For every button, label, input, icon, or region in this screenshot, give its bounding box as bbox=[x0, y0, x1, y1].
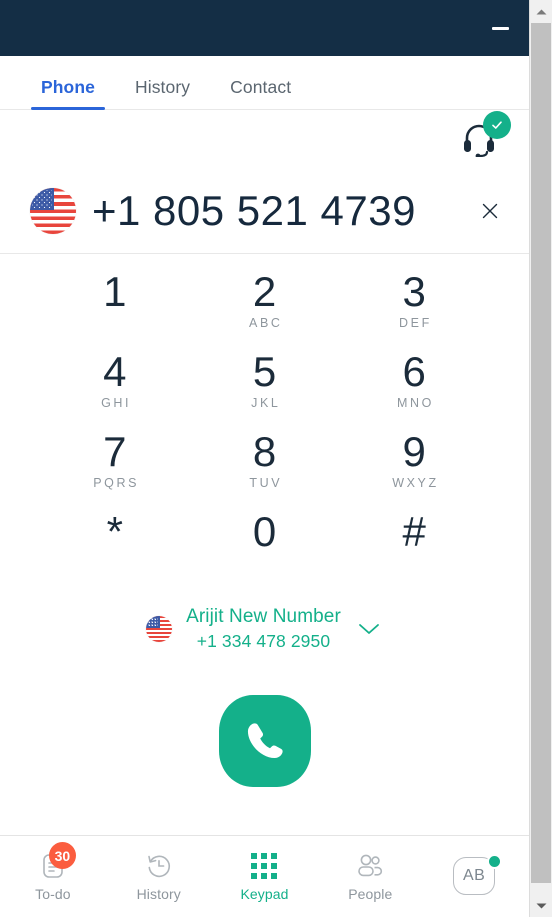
history-icon bbox=[147, 855, 170, 878]
chevron-down-icon bbox=[536, 903, 546, 908]
key-4-letters: GHI bbox=[101, 395, 132, 410]
dial-keypad: 1 2 ABC 3 DEF 4 GHI 5 JKL 6 MNO 7 PQRS 8… bbox=[0, 254, 529, 590]
key-9-letters: WXYZ bbox=[392, 475, 439, 490]
nav-item-todo[interactable]: 30 To-do bbox=[0, 836, 106, 917]
chevron-up-icon bbox=[536, 9, 546, 14]
scroll-up-button[interactable] bbox=[530, 0, 552, 23]
us-flag-icon bbox=[30, 187, 76, 234]
key-6[interactable]: 6 MNO bbox=[339, 348, 489, 430]
tab-history[interactable]: History bbox=[125, 77, 200, 109]
nav-item-history[interactable]: History bbox=[106, 836, 212, 917]
key-6-digit: 6 bbox=[402, 348, 426, 395]
scroll-down-button[interactable] bbox=[530, 894, 552, 917]
scrollbar-track[interactable] bbox=[530, 23, 552, 894]
minimize-icon bbox=[491, 26, 509, 30]
caller-id-text: Arijit New Number +1 334 478 2950 bbox=[186, 604, 341, 653]
key-4[interactable]: 4 GHI bbox=[40, 348, 190, 430]
scrollbar-thumb[interactable] bbox=[531, 23, 551, 883]
history-icon-wrap bbox=[142, 851, 176, 881]
minimize-button[interactable] bbox=[485, 13, 515, 43]
tab-phone-label: Phone bbox=[41, 77, 95, 97]
tab-contact[interactable]: Contact bbox=[220, 77, 301, 109]
headset-status-row bbox=[0, 110, 529, 168]
call-button[interactable] bbox=[218, 695, 311, 788]
key-6-letters: MNO bbox=[396, 395, 434, 410]
key-0[interactable]: 0 bbox=[190, 508, 340, 590]
headset-status[interactable] bbox=[461, 111, 511, 159]
key-1-digit: 1 bbox=[103, 268, 127, 315]
caller-id-name: Arijit New Number bbox=[186, 606, 341, 627]
chevron-down-icon bbox=[358, 623, 379, 634]
key-hash-digit: # bbox=[402, 508, 426, 555]
tab-history-label: History bbox=[134, 77, 191, 97]
people-icon-wrap bbox=[353, 851, 387, 881]
title-bar bbox=[0, 0, 529, 56]
key-star-digit: * bbox=[106, 508, 123, 555]
key-hash[interactable]: # bbox=[339, 508, 489, 590]
clear-number-button[interactable] bbox=[473, 194, 507, 228]
key-7[interactable]: 7 PQRS bbox=[40, 428, 190, 510]
app-window: Phone History Contact +1 805 521 4739 1 … bbox=[0, 0, 552, 917]
key-5-letters: JKL bbox=[251, 395, 281, 410]
keypad-icon bbox=[251, 853, 278, 879]
key-3[interactable]: 3 DEF bbox=[339, 268, 489, 350]
key-2-digit: 2 bbox=[252, 268, 277, 315]
key-2-letters: ABC bbox=[249, 315, 283, 330]
nav-item-keypad[interactable]: Keypad bbox=[212, 836, 318, 917]
people-icon bbox=[358, 854, 383, 877]
nav-item-profile[interactable]: AB bbox=[423, 836, 529, 917]
connected-badge bbox=[483, 111, 511, 139]
todo-badge: 30 bbox=[48, 842, 76, 869]
tab-phone[interactable]: Phone bbox=[31, 77, 105, 110]
online-status-dot bbox=[487, 853, 503, 869]
tab-bar: Phone History Contact bbox=[0, 56, 529, 110]
caller-id-dropdown-button[interactable] bbox=[355, 615, 383, 643]
avatar[interactable]: AB bbox=[453, 853, 503, 897]
nav-item-history-label: History bbox=[136, 886, 181, 902]
dialed-number-row: +1 805 521 4739 bbox=[0, 168, 529, 254]
key-0-digit: 0 bbox=[252, 508, 277, 555]
nav-item-people[interactable]: People bbox=[317, 836, 423, 917]
flag-canton bbox=[30, 187, 55, 211]
caller-id-number: +1 334 478 2950 bbox=[196, 630, 331, 651]
phone-handset-icon bbox=[247, 723, 283, 759]
vertical-scrollbar[interactable] bbox=[529, 0, 552, 917]
dialed-number[interactable]: +1 805 521 4739 bbox=[76, 187, 473, 235]
key-9[interactable]: 9 WXYZ bbox=[339, 428, 489, 510]
key-3-digit: 3 bbox=[402, 268, 426, 315]
key-5-digit: 5 bbox=[252, 348, 277, 395]
caller-id-flag-icon bbox=[146, 615, 173, 642]
key-7-digit: 7 bbox=[103, 428, 127, 475]
key-4-digit: 4 bbox=[103, 348, 127, 395]
key-9-digit: 9 bbox=[402, 428, 426, 475]
bottom-navigation: 30 To-do History Keypad People AB bbox=[0, 835, 529, 917]
todo-icon-wrap: 30 bbox=[36, 842, 76, 881]
nav-item-todo-label: To-do bbox=[35, 886, 71, 902]
keypad-icon-wrap bbox=[247, 851, 281, 881]
tab-contact-label: Contact bbox=[230, 77, 292, 97]
key-8[interactable]: 8 TUV bbox=[190, 428, 340, 510]
close-icon bbox=[482, 203, 498, 218]
call-button-area bbox=[0, 653, 529, 835]
caller-id-selector[interactable]: Arijit New Number +1 334 478 2950 bbox=[0, 604, 529, 653]
check-icon bbox=[492, 121, 502, 129]
key-1[interactable]: 1 bbox=[40, 268, 190, 350]
key-2[interactable]: 2 ABC bbox=[190, 268, 340, 350]
nav-item-keypad-label: Keypad bbox=[240, 886, 289, 902]
key-8-digit: 8 bbox=[252, 428, 277, 475]
key-3-letters: DEF bbox=[399, 315, 432, 330]
nav-item-people-label: People bbox=[348, 886, 393, 902]
key-star[interactable]: * bbox=[40, 508, 190, 590]
flag-canton bbox=[146, 615, 160, 629]
key-7-letters: PQRS bbox=[93, 475, 140, 490]
key-8-letters: TUV bbox=[249, 475, 283, 490]
key-5[interactable]: 5 JKL bbox=[190, 348, 340, 430]
dialer-window: Phone History Contact +1 805 521 4739 1 … bbox=[0, 0, 529, 917]
